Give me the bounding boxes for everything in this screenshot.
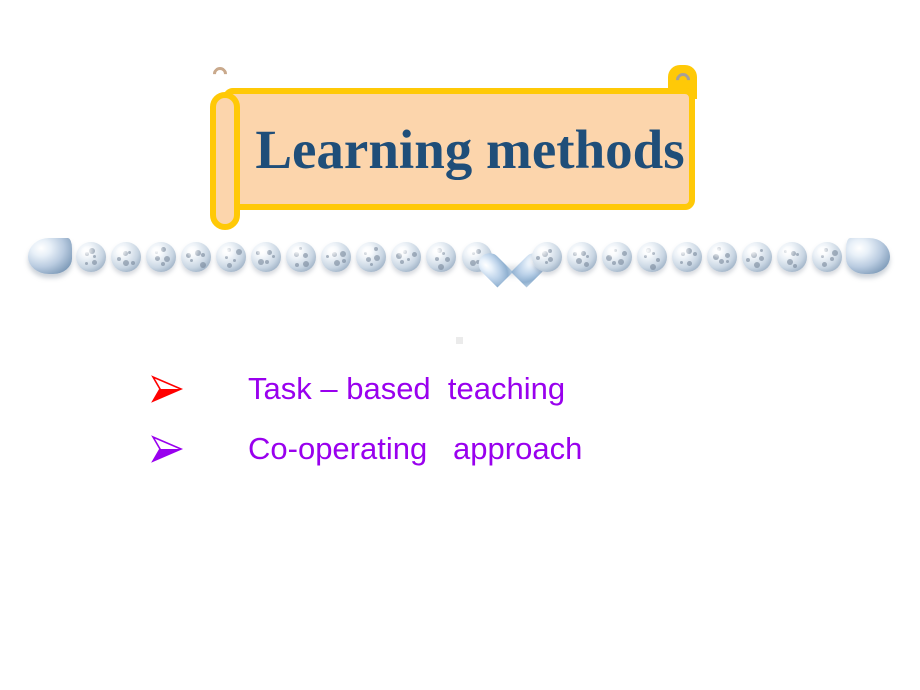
divider-bead xyxy=(181,242,212,272)
divider-teardrop-left xyxy=(28,238,72,274)
banner-scroll-rod xyxy=(210,92,240,230)
divider-bead xyxy=(636,242,667,272)
divider-bead xyxy=(706,242,737,272)
bullet-list: Task – based teaching Co-operating appro… xyxy=(150,358,850,478)
page-title: Learning methods xyxy=(255,118,685,180)
divider-bead xyxy=(741,242,772,272)
divider-teardrop-right xyxy=(846,238,890,274)
arrowhead-bullet-icon xyxy=(150,430,190,466)
list-item: Co-operating approach xyxy=(150,418,850,478)
list-item-label: Task – based teaching xyxy=(248,370,566,406)
divider-bead xyxy=(251,242,282,272)
divider-bead xyxy=(391,242,422,272)
divider-bead xyxy=(531,242,562,272)
divider-bead xyxy=(601,242,632,272)
slide-canvas: Learning methods Task – based teaching C… xyxy=(0,0,920,690)
pearl-bead-divider xyxy=(28,236,890,288)
divider-bead xyxy=(146,242,177,272)
arrowhead-bullet-icon xyxy=(150,370,190,406)
divider-bead xyxy=(356,242,387,272)
divider-bead xyxy=(76,242,106,272)
list-item: Task – based teaching xyxy=(150,358,850,418)
divider-bead xyxy=(812,242,842,272)
list-item-label: Co-operating approach xyxy=(248,430,583,466)
divider-bead xyxy=(671,242,702,272)
title-banner: Learning methods xyxy=(205,62,700,232)
divider-bead xyxy=(776,242,807,272)
divider-heart-icon xyxy=(473,236,550,288)
divider-bead xyxy=(111,242,142,272)
banner-rod-curl-icon xyxy=(210,64,230,84)
stray-pixel-square xyxy=(456,337,463,344)
divider-bead xyxy=(321,242,352,272)
divider-bead xyxy=(426,242,457,272)
divider-bead xyxy=(566,242,597,272)
divider-bead xyxy=(216,242,247,272)
divider-bead xyxy=(286,242,317,272)
